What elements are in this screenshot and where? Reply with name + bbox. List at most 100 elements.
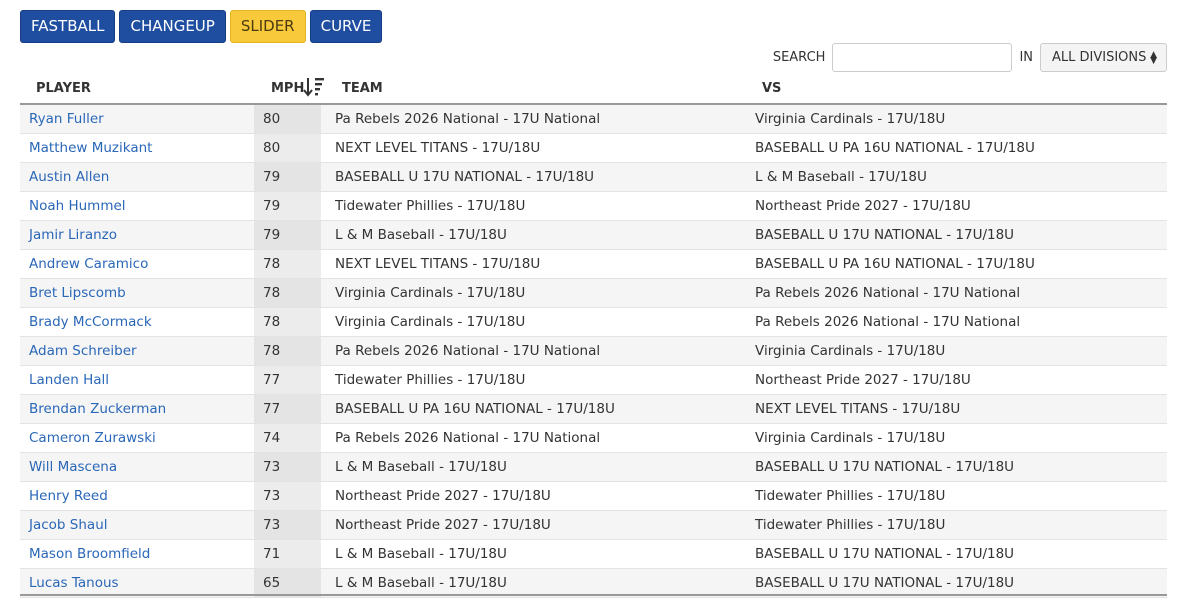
team-name: Pa Rebels 2026 National - 17U National [335,111,601,127]
mph-value: 74 [263,430,281,446]
player-link[interactable]: Matthew Muzikant [29,140,152,156]
tab-curve[interactable]: CURVE [309,10,383,43]
player-link[interactable]: Will Mascena [29,459,117,475]
player-link[interactable]: Brady McCormack [29,314,152,330]
player-link[interactable]: Bret Lipscomb [29,285,126,301]
pitch-type-tabs: FASTBALL CHANGEUP SLIDER CURVE [20,10,383,43]
team-name: Virginia Cardinals - 17U/18U [335,285,526,301]
player-link[interactable]: Cameron Zurawski [29,430,156,446]
opponent-name: BASEBALL U 17U NATIONAL - 17U/18U [755,575,1015,591]
team-name: L & M Baseball - 17U/18U [335,227,507,243]
mph-value: 73 [263,459,281,475]
player-link[interactable]: Noah Hummel [29,198,126,214]
opponent-name: Virginia Cardinals - 17U/18U [755,343,946,359]
player-link[interactable]: Adam Schreiber [29,343,137,359]
search-bar: SEARCH IN ALL DIVISIONS ▲ ▼ [773,43,1167,72]
table-row: Jamir Liranzo 79 L & M Baseball - 17U/18U B… [20,221,1167,250]
table-row: Adam Schreiber 78 Pa Rebels 2026 National … [20,337,1167,366]
mph-value: 78 [263,314,281,330]
tab-slider[interactable]: SLIDER [229,10,306,43]
team-name: Northeast Pride 2027 - 17U/18U [335,488,551,504]
table-row: Ryan Fuller 80 Pa Rebels 2026 National - 1… [20,105,1167,134]
team-name: BASEBALL U PA 16U NATIONAL - 17U/18U [335,401,615,417]
table-row: Jacob Shaul 73 Northeast Pride 2027 - 17U/… [20,511,1167,540]
opponent-name: Virginia Cardinals - 17U/18U [755,111,946,127]
player-link[interactable]: Lucas Tanous [29,575,119,591]
player-link[interactable]: Austin Allen [29,169,109,185]
table-row: Noah Hummel 79 Tidewater Phillies - 17U/18… [20,192,1167,221]
team-name: Pa Rebels 2026 National - 17U National [335,430,601,446]
player-link[interactable]: Andrew Caramico [29,256,148,272]
team-name: L & M Baseball - 17U/18U [335,459,507,475]
mph-value: 71 [263,546,281,562]
mph-value: 79 [263,198,281,214]
opponent-name: Northeast Pride 2027 - 17U/18U [755,198,971,214]
division-select-value: ALL DIVISIONS [1052,50,1147,65]
search-input[interactable] [832,43,1013,72]
opponent-name: Pa Rebels 2026 National - 17U National [755,314,1021,330]
search-label: SEARCH [772,50,826,65]
mph-value: 80 [263,140,281,156]
in-label: IN [1019,50,1033,65]
team-name: NEXT LEVEL TITANS - 17U/18U [335,256,541,272]
team-name: NEXT LEVEL TITANS - 17U/18U [335,140,541,156]
header-mph[interactable]: MPH [271,81,304,96]
leaderboard-table: PLAYER MPH TEAM VS Ryan Fuller 80 Pa Rebel… [20,74,1167,598]
header-team[interactable]: TEAM [342,81,383,96]
mph-value: 77 [263,372,281,388]
header-player[interactable]: PLAYER [36,81,91,96]
player-link[interactable]: Brendan Zuckerman [29,401,166,417]
player-link[interactable]: Jamir Liranzo [29,227,117,243]
team-name: Tidewater Phillies - 17U/18U [335,372,526,388]
opponent-name: BASEBALL U PA 16U NATIONAL - 17U/18U [755,140,1035,156]
team-name: Northeast Pride 2027 - 17U/18U [335,517,551,533]
table-row: Austin Allen 79 BASEBALL U 17U NATIONAL - … [20,163,1167,192]
table-row: Will Mascena 73 L & M Baseball - 17U/18U BA… [20,453,1167,482]
player-link[interactable]: Mason Broomfield [29,546,150,562]
opponent-name: Virginia Cardinals - 17U/18U [755,430,946,446]
division-select[interactable]: ALL DIVISIONS ▲ ▼ [1040,43,1167,72]
opponent-name: BASEBALL U PA 16U NATIONAL - 17U/18U [755,256,1035,272]
header-vs[interactable]: VS [762,81,781,96]
opponent-name: BASEBALL U 17U NATIONAL - 17U/18U [755,546,1015,562]
opponent-name: Tidewater Phillies - 17U/18U [755,488,946,504]
mph-value: 80 [263,111,281,127]
mph-value: 78 [263,256,281,272]
player-link[interactable]: Ryan Fuller [29,111,104,127]
team-name: Virginia Cardinals - 17U/18U [335,314,526,330]
table-row: Andrew Caramico 78 NEXT LEVEL TITANS - 17U… [20,250,1167,279]
player-link[interactable]: Henry Reed [29,488,108,504]
table-body: Ryan Fuller 80 Pa Rebels 2026 National - 1… [20,105,1167,598]
opponent-name: BASEBALL U 17U NATIONAL - 17U/18U [755,459,1015,475]
updown-caret-icon: ▲ ▼ [1150,49,1157,66]
player-link[interactable]: Landen Hall [29,372,109,388]
tab-fastball[interactable]: FASTBALL [20,10,116,43]
mph-value: 79 [263,169,281,185]
table-bottom-border [20,594,1167,596]
mph-value: 73 [263,517,281,533]
table-row: Cameron Zurawski 74 Pa Rebels 2026 Nationa… [20,424,1167,453]
player-link[interactable]: Jacob Shaul [29,517,108,533]
table-row: Mason Broomfield 71 L & M Baseball - 17U/1… [20,540,1167,569]
table-row: Brendan Zuckerman 77 BASEBALL U PA 16U NAT… [20,395,1167,424]
sort-descending-icon[interactable] [303,76,325,98]
table-row: Brady McCormack 78 Virginia Cardinals - 17… [20,308,1167,337]
table-row: Landen Hall 77 Tidewater Phillies - 17U/18… [20,366,1167,395]
opponent-name: Pa Rebels 2026 National - 17U National [755,285,1021,301]
team-name: L & M Baseball - 17U/18U [335,546,507,562]
opponent-name: Tidewater Phillies - 17U/18U [755,517,946,533]
mph-value: 65 [263,575,281,591]
team-name: BASEBALL U 17U NATIONAL - 17U/18U [335,169,595,185]
table-header: PLAYER MPH TEAM VS [20,74,1167,105]
opponent-name: L & M Baseball - 17U/18U [755,169,927,185]
mph-value: 78 [263,285,281,301]
team-name: Tidewater Phillies - 17U/18U [335,198,526,214]
mph-value: 73 [263,488,281,504]
opponent-name: BASEBALL U 17U NATIONAL - 17U/18U [755,227,1015,243]
mph-value: 78 [263,343,281,359]
tab-changeup[interactable]: CHANGEUP [119,10,226,43]
team-name: L & M Baseball - 17U/18U [335,575,507,591]
table-row: Henry Reed 73 Northeast Pride 2027 - 17U/1… [20,482,1167,511]
opponent-name: Northeast Pride 2027 - 17U/18U [755,372,971,388]
mph-value: 77 [263,401,281,417]
